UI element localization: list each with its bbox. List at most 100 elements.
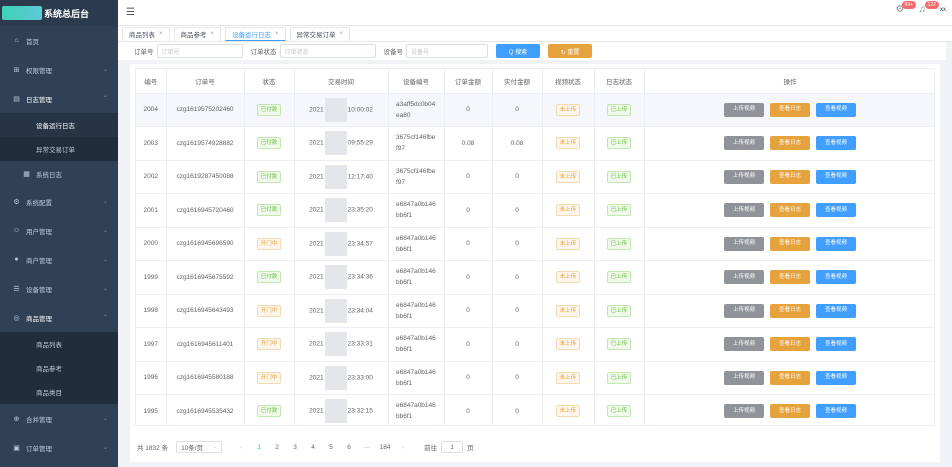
sidebar-item-system-log[interactable]: ▦ 系统日志	[0, 161, 118, 187]
tab-3[interactable]: 异常交易订单 ×	[289, 26, 351, 41]
column-header: 操作	[644, 69, 934, 94]
upload-video-button[interactable]: 上传视频	[724, 404, 764, 419]
tab-label: 商品列表	[129, 32, 155, 39]
device-input[interactable]: 设备号	[406, 44, 488, 58]
user-name[interactable]: xx	[940, 7, 946, 13]
scrollbar[interactable]	[946, 42, 952, 467]
upload-video-button[interactable]: 上传视频	[724, 303, 764, 318]
view-video-button[interactable]: 查看视频	[816, 169, 856, 184]
filter-bar: 订单号 订单号 订单状态 订单状态 ⌄ 设备号 设备号 Q 搜索 ↻ 重置	[118, 42, 952, 60]
close-icon[interactable]: ×	[275, 31, 279, 37]
page-size-select[interactable]: 10条/页 ⌄	[176, 441, 223, 453]
view-log-button[interactable]: 查看日志	[770, 270, 810, 285]
sidebar-item-users[interactable]: ☺ 用户管理 ⌄	[0, 216, 118, 245]
order-placeholder: 订单号	[161, 49, 180, 56]
goto-page: 前往 1 页	[424, 441, 474, 453]
cell-video-status: 未上传	[542, 93, 595, 127]
sidebar-subitem-log-0[interactable]: 设备运行日志	[0, 113, 118, 137]
prev-page-button[interactable]: ‹	[234, 444, 248, 451]
sidebar-item-log[interactable]: ▤ 日志管理 ⌃	[0, 84, 118, 113]
time-prefix: 2021	[309, 374, 324, 382]
search-button[interactable]: Q 搜索	[496, 44, 540, 58]
chevron-icon: ⌄	[102, 67, 108, 73]
view-video-button[interactable]: 查看视频	[816, 203, 856, 218]
hamburger-icon[interactable]: ☰	[126, 7, 135, 18]
sidebar-item-merchant[interactable]: ● 商户管理 ⌄	[0, 245, 118, 274]
view-video-button[interactable]: 查看视频	[816, 303, 856, 318]
page-number[interactable]: 184	[378, 444, 392, 451]
reset-button[interactable]: ↻ 重置	[548, 44, 592, 58]
order-input[interactable]: 订单号	[156, 44, 243, 58]
tab-1[interactable]: 商品参考 ×	[173, 26, 222, 41]
view-log-button[interactable]: 查看日志	[770, 404, 810, 419]
cell-status: 已付款	[244, 126, 295, 161]
view-video-button[interactable]: 查看视频	[816, 236, 856, 251]
sidebar-item-home[interactable]: ⌂ 首页	[0, 26, 118, 55]
page-number[interactable]: 5	[324, 444, 338, 451]
view-log-button[interactable]: 查看日志	[770, 102, 810, 117]
sidebar-subitem-goods-0[interactable]: 商品列表	[0, 332, 118, 356]
row-actions: 上传视频 查看日志 查看视频	[645, 404, 935, 419]
close-icon[interactable]: ×	[211, 31, 215, 37]
cell-actions: 上传视频 查看日志 查看视频	[644, 227, 934, 261]
cell-amount: 0	[444, 193, 493, 228]
upload-video-button[interactable]: 上传视频	[724, 102, 764, 117]
view-log-button[interactable]: 查看日志	[770, 169, 810, 184]
close-icon[interactable]: ×	[159, 31, 163, 37]
view-video-button[interactable]: 查看视频	[816, 337, 856, 352]
upload-video-button[interactable]: 上传视频	[724, 270, 764, 285]
view-video-button[interactable]: 查看视频	[816, 270, 856, 285]
bell-notification[interactable]: ♫ 122	[919, 1, 939, 15]
cell-device: e6847a0b146bb6f1	[388, 327, 445, 362]
view-log-button[interactable]: 查看日志	[770, 370, 810, 385]
page-number[interactable]: 1	[252, 444, 266, 451]
bell-badge: 122	[924, 1, 939, 9]
view-video-button[interactable]: 查看视频	[816, 370, 856, 385]
view-log-button[interactable]: 查看日志	[770, 337, 810, 352]
tab-0[interactable]: 商品列表 ×	[122, 26, 170, 41]
cell-amount: 0	[444, 361, 493, 395]
view-video-button[interactable]: 查看视频	[816, 136, 856, 151]
tab-2[interactable]: 设备运行日志 ×	[225, 26, 286, 41]
cell-time: 2021 23:33:00	[294, 361, 389, 395]
upload-video-button[interactable]: 上传视频	[724, 169, 764, 184]
table-row: 1998 czg1616945643493 开门中 2021 23:34:04 e6847…	[136, 294, 934, 328]
view-log-button[interactable]: 查看日志	[770, 136, 810, 151]
next-page-button[interactable]: ›	[396, 444, 410, 451]
view-log-button[interactable]: 查看日志	[770, 236, 810, 251]
sidebar-item-device[interactable]: ☰ 设备管理 ⌄	[0, 274, 118, 303]
sidebar-subitem-log-1[interactable]: 异常交易订单	[0, 137, 118, 161]
table-row: 2003 czg1619574928882 已付款 2021 09:55:29 3675c…	[136, 126, 934, 161]
goto-suffix: 页	[467, 445, 474, 452]
device-id: e6847a0b146bb6f1	[396, 234, 436, 253]
page-number[interactable]: 3	[288, 444, 302, 451]
upload-video-button[interactable]: 上传视频	[724, 337, 764, 352]
upload-video-button[interactable]: 上传视频	[724, 236, 764, 251]
upload-video-button[interactable]: 上传视频	[724, 136, 764, 151]
page-number[interactable]: ···	[360, 444, 374, 451]
sidebar-item-goods[interactable]: ◎ 商品管理 ⌃	[0, 303, 118, 332]
sidebar-subitem-goods-1[interactable]: 商品参考	[0, 356, 118, 380]
log-status-badge: 已上传	[606, 204, 632, 217]
status-select[interactable]: 订单状态 ⌄	[279, 44, 376, 58]
settings-notification[interactable]: ⚙ 99+	[896, 1, 917, 15]
view-video-button[interactable]: 查看视频	[816, 404, 856, 419]
sidebar-item-lock[interactable]: ⊞ 权限管理 ⌄	[0, 55, 118, 84]
page-number[interactable]: 4	[306, 444, 320, 451]
view-log-button[interactable]: 查看日志	[770, 203, 810, 218]
view-log-button[interactable]: 查看日志	[770, 303, 810, 318]
close-icon[interactable]: ×	[340, 31, 344, 37]
view-video-button[interactable]: 查看视频	[816, 102, 856, 117]
upload-video-button[interactable]: 上传视频	[724, 203, 764, 218]
sidebar-item-settings[interactable]: ⚙ 系统配置 ⌄	[0, 187, 118, 216]
sidebar-subitem-goods-2[interactable]: 商品类目	[0, 380, 118, 404]
chevron-down-icon: ⌄	[212, 444, 218, 450]
redaction-block	[324, 298, 347, 323]
goto-input[interactable]: 1	[441, 441, 464, 453]
sidebar-item-order[interactable]: ▣ 订单管理 ⌄	[0, 433, 118, 462]
sidebar-item-merge[interactable]: ⊕ 合并管理 ⌄	[0, 404, 118, 433]
upload-video-button[interactable]: 上传视频	[724, 370, 764, 385]
page-number[interactable]: 6	[342, 444, 356, 451]
page-number[interactable]: 2	[270, 444, 284, 451]
brand: 系统总后台	[0, 0, 118, 26]
